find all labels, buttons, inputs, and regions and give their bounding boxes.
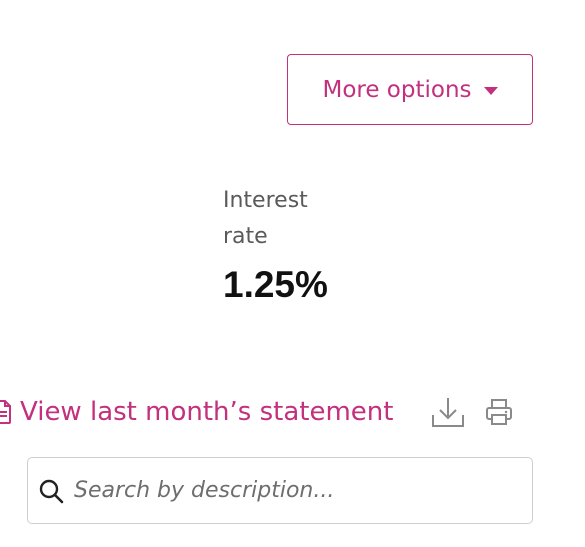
view-statement-link[interactable]: View last month’s statement (0, 392, 393, 432)
print-icon (486, 399, 512, 425)
print-button[interactable] (480, 393, 518, 431)
account-summary-panel: More options Interest rate 1.25% View la… (0, 0, 585, 547)
interest-rate-value: 1.25% (223, 264, 328, 305)
search-input[interactable] (74, 478, 514, 503)
download-icon (432, 398, 464, 427)
search-field[interactable] (27, 457, 533, 524)
interest-rate-label: Interest rate (223, 188, 308, 249)
caret-down-icon (483, 86, 498, 95)
view-statement-label: View last month’s statement (20, 397, 394, 427)
document-icon (0, 400, 12, 424)
search-icon (39, 479, 64, 503)
download-button[interactable] (429, 393, 467, 431)
more-options-label: More options (322, 76, 472, 103)
more-options-button[interactable]: More options (287, 54, 533, 125)
